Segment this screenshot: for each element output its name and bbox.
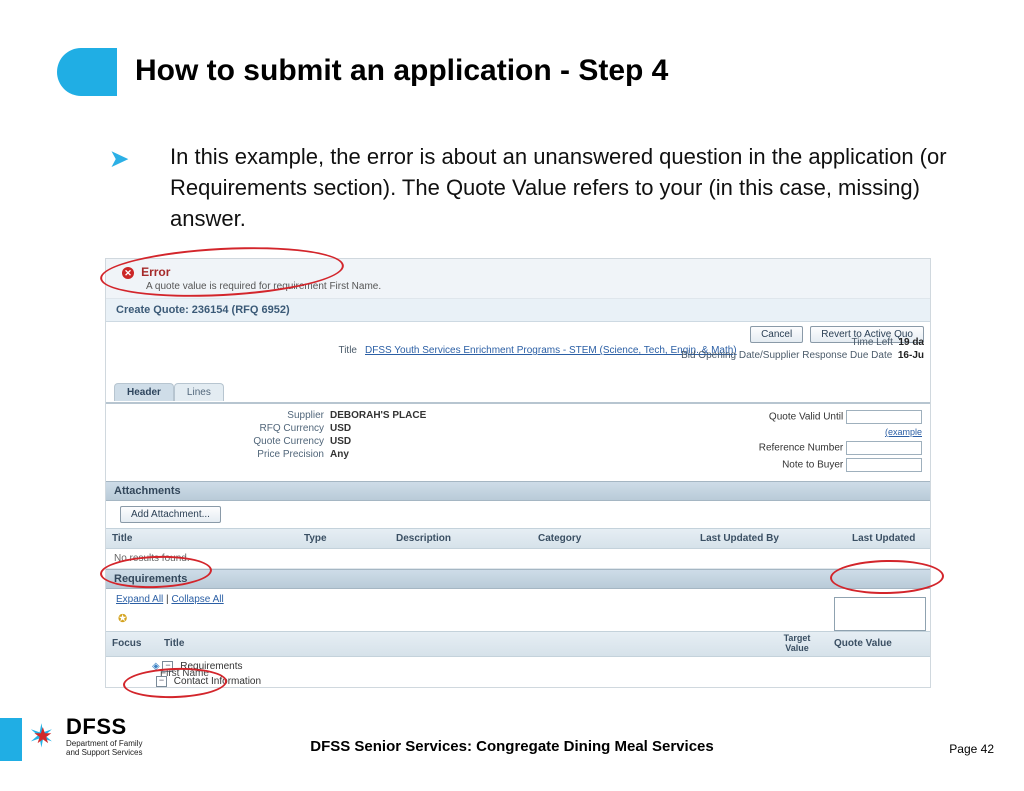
col-target-value: Target Value bbox=[766, 632, 828, 656]
page-title: How to submit an application - Step 4 bbox=[135, 54, 668, 88]
expand-all-link[interactable]: Expand All bbox=[116, 594, 163, 605]
requirements-section-header: Requirements bbox=[106, 569, 930, 589]
bullet-text: In this example, the error is about an u… bbox=[140, 142, 960, 234]
error-message: A quote value is required for requiremen… bbox=[122, 281, 920, 292]
rfq-currency-value: USD bbox=[330, 423, 351, 434]
requirements-table-header: Focus Title Target Value Quote Value bbox=[106, 631, 930, 657]
error-banner: ✕ Error A quote value is required for re… bbox=[106, 259, 930, 299]
embedded-screenshot: ✕ Error A quote value is required for re… bbox=[105, 258, 931, 688]
attachments-table-header: Title Type Description Category Last Upd… bbox=[106, 528, 930, 549]
footer-title: DFSS Senior Services: Congregate Dining … bbox=[0, 738, 1024, 755]
col-last-updated-by: Last Updated By bbox=[694, 529, 846, 548]
focus-icon[interactable]: ◈ bbox=[152, 661, 160, 672]
supplier-value: DEBORAH'S PLACE bbox=[330, 410, 426, 421]
example-link[interactable]: (example bbox=[885, 427, 922, 437]
expand-collapse-row: Expand All | Collapse All bbox=[106, 589, 930, 610]
reference-number-input[interactable] bbox=[846, 441, 922, 455]
tab-header[interactable]: Header bbox=[114, 383, 174, 401]
add-attachment-button[interactable]: Add Attachment... bbox=[120, 506, 221, 523]
col-focus: Focus bbox=[106, 634, 158, 653]
reference-number-label: Reference Number bbox=[759, 443, 843, 454]
quote-meta-block: Time Left 19 da Bid Opening Date/Supplie… bbox=[681, 337, 924, 363]
time-left-label: Time Left bbox=[852, 337, 893, 348]
error-title: Error bbox=[141, 265, 170, 279]
quote-valid-until-label: Quote Valid Until bbox=[769, 412, 843, 423]
due-date-label: Bid Opening Date/Supplier Response Due D… bbox=[681, 350, 892, 361]
note-to-buyer-input[interactable] bbox=[846, 458, 922, 472]
error-icon: ✕ bbox=[122, 267, 134, 279]
quote-valid-until-input[interactable] bbox=[846, 410, 922, 424]
rfq-currency-label: RFQ Currency bbox=[114, 423, 330, 434]
col-quote-value: Quote Value bbox=[828, 634, 930, 653]
collapse-all-link[interactable]: Collapse All bbox=[171, 594, 223, 605]
supplier-label: Supplier bbox=[114, 410, 330, 421]
attachments-section-header: Attachments bbox=[106, 481, 930, 501]
no-results-text: No results found. bbox=[106, 549, 930, 569]
arrow-bullet-icon: ➤ bbox=[110, 144, 128, 175]
tree-row-requirements[interactable]: ◈ − Requirements bbox=[106, 659, 930, 674]
header-info-grid: SupplierDEBORAH'S PLACE RFQ CurrencyUSD … bbox=[106, 404, 930, 481]
price-precision-label: Price Precision bbox=[114, 449, 330, 460]
col-title: Title bbox=[106, 529, 298, 548]
quote-currency-label: Quote Currency bbox=[114, 436, 330, 447]
quote-value-input[interactable] bbox=[834, 597, 926, 631]
logo-text-acronym: DFSS bbox=[66, 714, 143, 740]
tab-strip: HeaderLines bbox=[106, 382, 930, 404]
tree-row-contact-info[interactable]: − Contact Information bbox=[106, 674, 930, 688]
tip-icon: ✪ bbox=[118, 612, 930, 625]
col-category: Category bbox=[532, 529, 694, 548]
requirements-tree: ◈ − Requirements − Contact Information bbox=[106, 657, 930, 688]
due-date-value: 16-Ju bbox=[898, 350, 924, 361]
title-label: Title bbox=[112, 345, 365, 356]
page-number: Page 42 bbox=[949, 742, 994, 756]
tree-label-first-name: First Name bbox=[160, 668, 209, 679]
create-quote-heading: Create Quote: 236154 (RFQ 6952) bbox=[106, 299, 930, 322]
tab-lines[interactable]: Lines bbox=[174, 383, 224, 401]
title-accent-shape bbox=[57, 48, 117, 96]
time-left-value: 19 da bbox=[898, 337, 924, 348]
quote-currency-value: USD bbox=[330, 436, 351, 447]
col-req-title: Title bbox=[158, 634, 766, 653]
price-precision-value: Any bbox=[330, 449, 349, 460]
col-description: Description bbox=[390, 529, 532, 548]
col-type: Type bbox=[298, 529, 390, 548]
note-to-buyer-label: Note to Buyer bbox=[782, 460, 843, 471]
body-text-block: ➤ In this example, the error is about an… bbox=[140, 142, 960, 234]
col-last-updated: Last Updated bbox=[846, 529, 930, 548]
